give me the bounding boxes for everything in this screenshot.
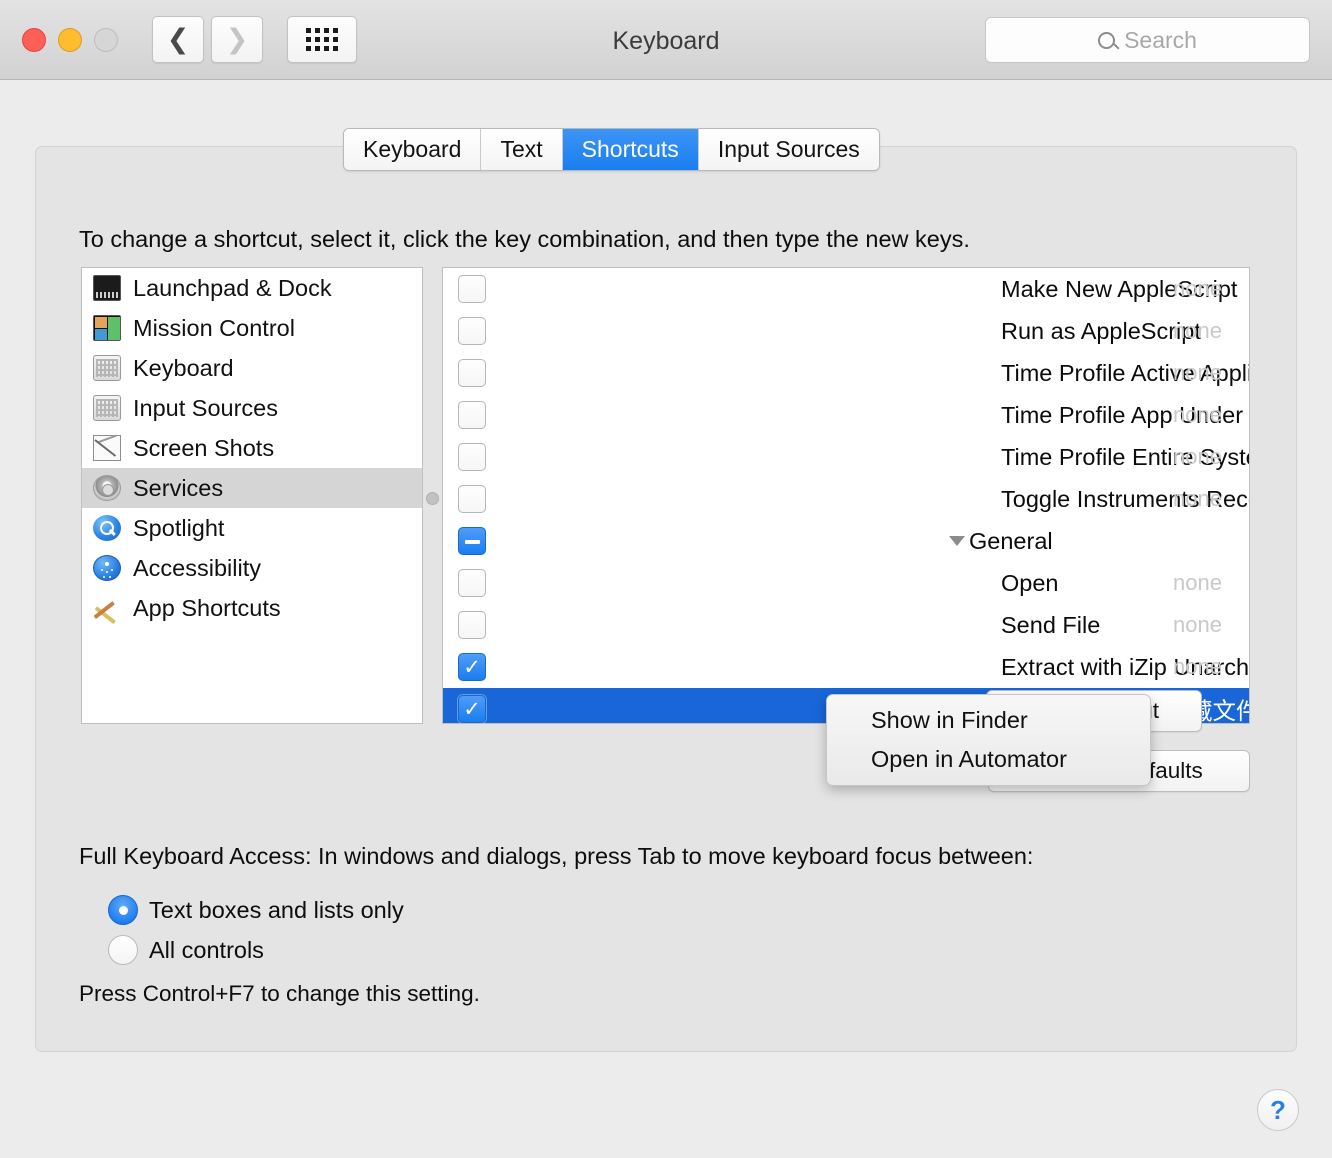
radio-label: All controls bbox=[149, 936, 264, 963]
row-checkbox[interactable] bbox=[458, 611, 486, 639]
table-row[interactable]: Make New AppleScript none bbox=[443, 268, 1249, 310]
tab-shortcuts[interactable]: Shortcuts bbox=[562, 129, 699, 170]
row-checkbox[interactable] bbox=[458, 653, 486, 681]
shortcut-key[interactable]: none bbox=[1173, 276, 1222, 302]
sidebar-item-input-sources[interactable]: Input Sources bbox=[82, 388, 422, 428]
row-checkbox[interactable] bbox=[458, 443, 486, 471]
row-checkbox[interactable] bbox=[458, 275, 486, 303]
sidebar-item-launchpad-dock[interactable]: Launchpad & Dock bbox=[82, 268, 422, 308]
sidebar-item-mission-control[interactable]: Mission Control bbox=[82, 308, 422, 348]
table-row[interactable]: Time Profile Entire System none bbox=[443, 436, 1249, 478]
shortcut-key[interactable]: none bbox=[1173, 318, 1222, 344]
sidebar-item-spotlight[interactable]: Spotlight bbox=[82, 508, 422, 548]
control-f7-note: Press Control+F7 to change this setting. bbox=[79, 981, 480, 1006]
spotlight-icon bbox=[93, 515, 121, 541]
accessibility-icon bbox=[93, 555, 121, 581]
input-sources-icon bbox=[93, 395, 121, 421]
tab-bar: Keyboard Text Shortcuts Input Sources bbox=[343, 128, 880, 171]
sidebar-item-services[interactable]: Services bbox=[82, 468, 422, 508]
category-list[interactable]: Launchpad & Dock Mission Control Keyboar… bbox=[81, 267, 423, 724]
radio-button-icon[interactable] bbox=[108, 935, 138, 965]
full-keyboard-access-options: Text boxes and lists only All controls bbox=[108, 890, 404, 970]
table-row[interactable]: Run as AppleScript none bbox=[443, 310, 1249, 352]
sidebar-item-label: Spotlight bbox=[133, 514, 225, 541]
group-name: General bbox=[969, 527, 1053, 554]
shortcut-key[interactable]: none bbox=[1173, 612, 1222, 638]
table-row-group[interactable]: General bbox=[443, 520, 1249, 562]
full-keyboard-access-label: Full Keyboard Access: In windows and dia… bbox=[79, 843, 1034, 869]
sidebar-item-label: Mission Control bbox=[133, 314, 295, 341]
sidebar-item-keyboard[interactable]: Keyboard bbox=[82, 348, 422, 388]
row-checkbox[interactable] bbox=[458, 401, 486, 429]
sidebar-item-accessibility[interactable]: Accessibility bbox=[82, 548, 422, 588]
launchpad-icon bbox=[93, 275, 121, 301]
app-shortcuts-icon bbox=[93, 595, 121, 621]
gear-icon bbox=[93, 475, 121, 501]
pane-splitter[interactable] bbox=[424, 267, 439, 724]
row-checkbox[interactable] bbox=[458, 317, 486, 345]
shortcut-key[interactable]: none bbox=[1173, 444, 1222, 470]
shortcut-key[interactable]: none bbox=[1173, 486, 1222, 512]
row-checkbox[interactable] bbox=[458, 485, 486, 513]
disclosure-triangle-icon[interactable] bbox=[949, 536, 965, 546]
splitter-handle[interactable] bbox=[426, 492, 439, 505]
context-menu[interactable]: Show in Finder Open in Automator bbox=[826, 694, 1151, 786]
instruction-text: To change a shortcut, select it, click t… bbox=[79, 226, 970, 252]
sidebar-item-label: Screen Shots bbox=[133, 434, 275, 461]
table-row[interactable]: Extract with iZip Unarchiver none bbox=[443, 646, 1249, 688]
shortcut-name: Open bbox=[1001, 569, 1059, 596]
screenshots-icon bbox=[93, 435, 121, 461]
sidebar-item-label: Input Sources bbox=[133, 394, 279, 421]
keyboard-icon bbox=[93, 355, 121, 381]
shortcut-key[interactable]: none bbox=[1173, 402, 1222, 428]
shortcut-key[interactable]: none bbox=[1173, 570, 1222, 596]
shortcut-list[interactable]: Make New AppleScript none Run as AppleSc… bbox=[442, 267, 1250, 724]
search-placeholder: Search bbox=[1124, 26, 1197, 53]
table-row[interactable]: Toggle Instruments Recording none bbox=[443, 478, 1249, 520]
table-row[interactable]: Send File none bbox=[443, 604, 1249, 646]
titlebar: ❮ ❯ Keyboard Search bbox=[0, 0, 1332, 80]
shortcut-key[interactable]: none bbox=[1173, 360, 1222, 386]
context-menu-item-open-in-automator[interactable]: Open in Automator bbox=[827, 740, 1150, 779]
sidebar-item-label: Accessibility bbox=[133, 554, 261, 581]
radio-text-boxes-and-lists-only[interactable]: Text boxes and lists only bbox=[108, 890, 404, 930]
sidebar-item-label: Launchpad & Dock bbox=[133, 274, 332, 301]
search-field[interactable]: Search bbox=[985, 17, 1310, 63]
sidebar-item-label: App Shortcuts bbox=[133, 594, 281, 621]
tab-text[interactable]: Text bbox=[481, 129, 563, 170]
search-icon bbox=[1098, 31, 1116, 49]
row-checkbox[interactable] bbox=[458, 359, 486, 387]
tab-keyboard[interactable]: Keyboard bbox=[344, 129, 482, 170]
radio-button-selected-icon[interactable] bbox=[108, 895, 138, 925]
mission-control-icon bbox=[93, 315, 121, 341]
help-button[interactable]: ? bbox=[1257, 1089, 1299, 1131]
radio-all-controls[interactable]: All controls bbox=[108, 930, 404, 970]
shortcut-name: Send File bbox=[1001, 611, 1101, 638]
sidebar-item-label: Services bbox=[133, 474, 224, 501]
sidebar-item-screen-shots[interactable]: Screen Shots bbox=[82, 428, 422, 468]
table-row[interactable]: Time Profile Active Application none bbox=[443, 352, 1249, 394]
keyboard-preferences-window: ❮ ❯ Keyboard Search Keyboard Text Shortc… bbox=[0, 0, 1332, 1158]
tab-input-sources[interactable]: Input Sources bbox=[698, 129, 879, 170]
row-checkbox[interactable] bbox=[458, 569, 486, 597]
sidebar-item-app-shortcuts[interactable]: App Shortcuts bbox=[82, 588, 422, 628]
context-menu-item-show-in-finder[interactable]: Show in Finder bbox=[827, 701, 1150, 740]
table-row[interactable]: Open none bbox=[443, 562, 1249, 604]
group-checkbox[interactable] bbox=[458, 527, 486, 555]
shortcut-key[interactable]: none bbox=[1173, 654, 1222, 680]
table-row[interactable]: Time Profile App Under Mouse none bbox=[443, 394, 1249, 436]
sidebar-item-label: Keyboard bbox=[133, 354, 234, 381]
shortcut-name: Run as AppleScript bbox=[1001, 317, 1201, 344]
radio-label: Text boxes and lists only bbox=[149, 896, 404, 923]
